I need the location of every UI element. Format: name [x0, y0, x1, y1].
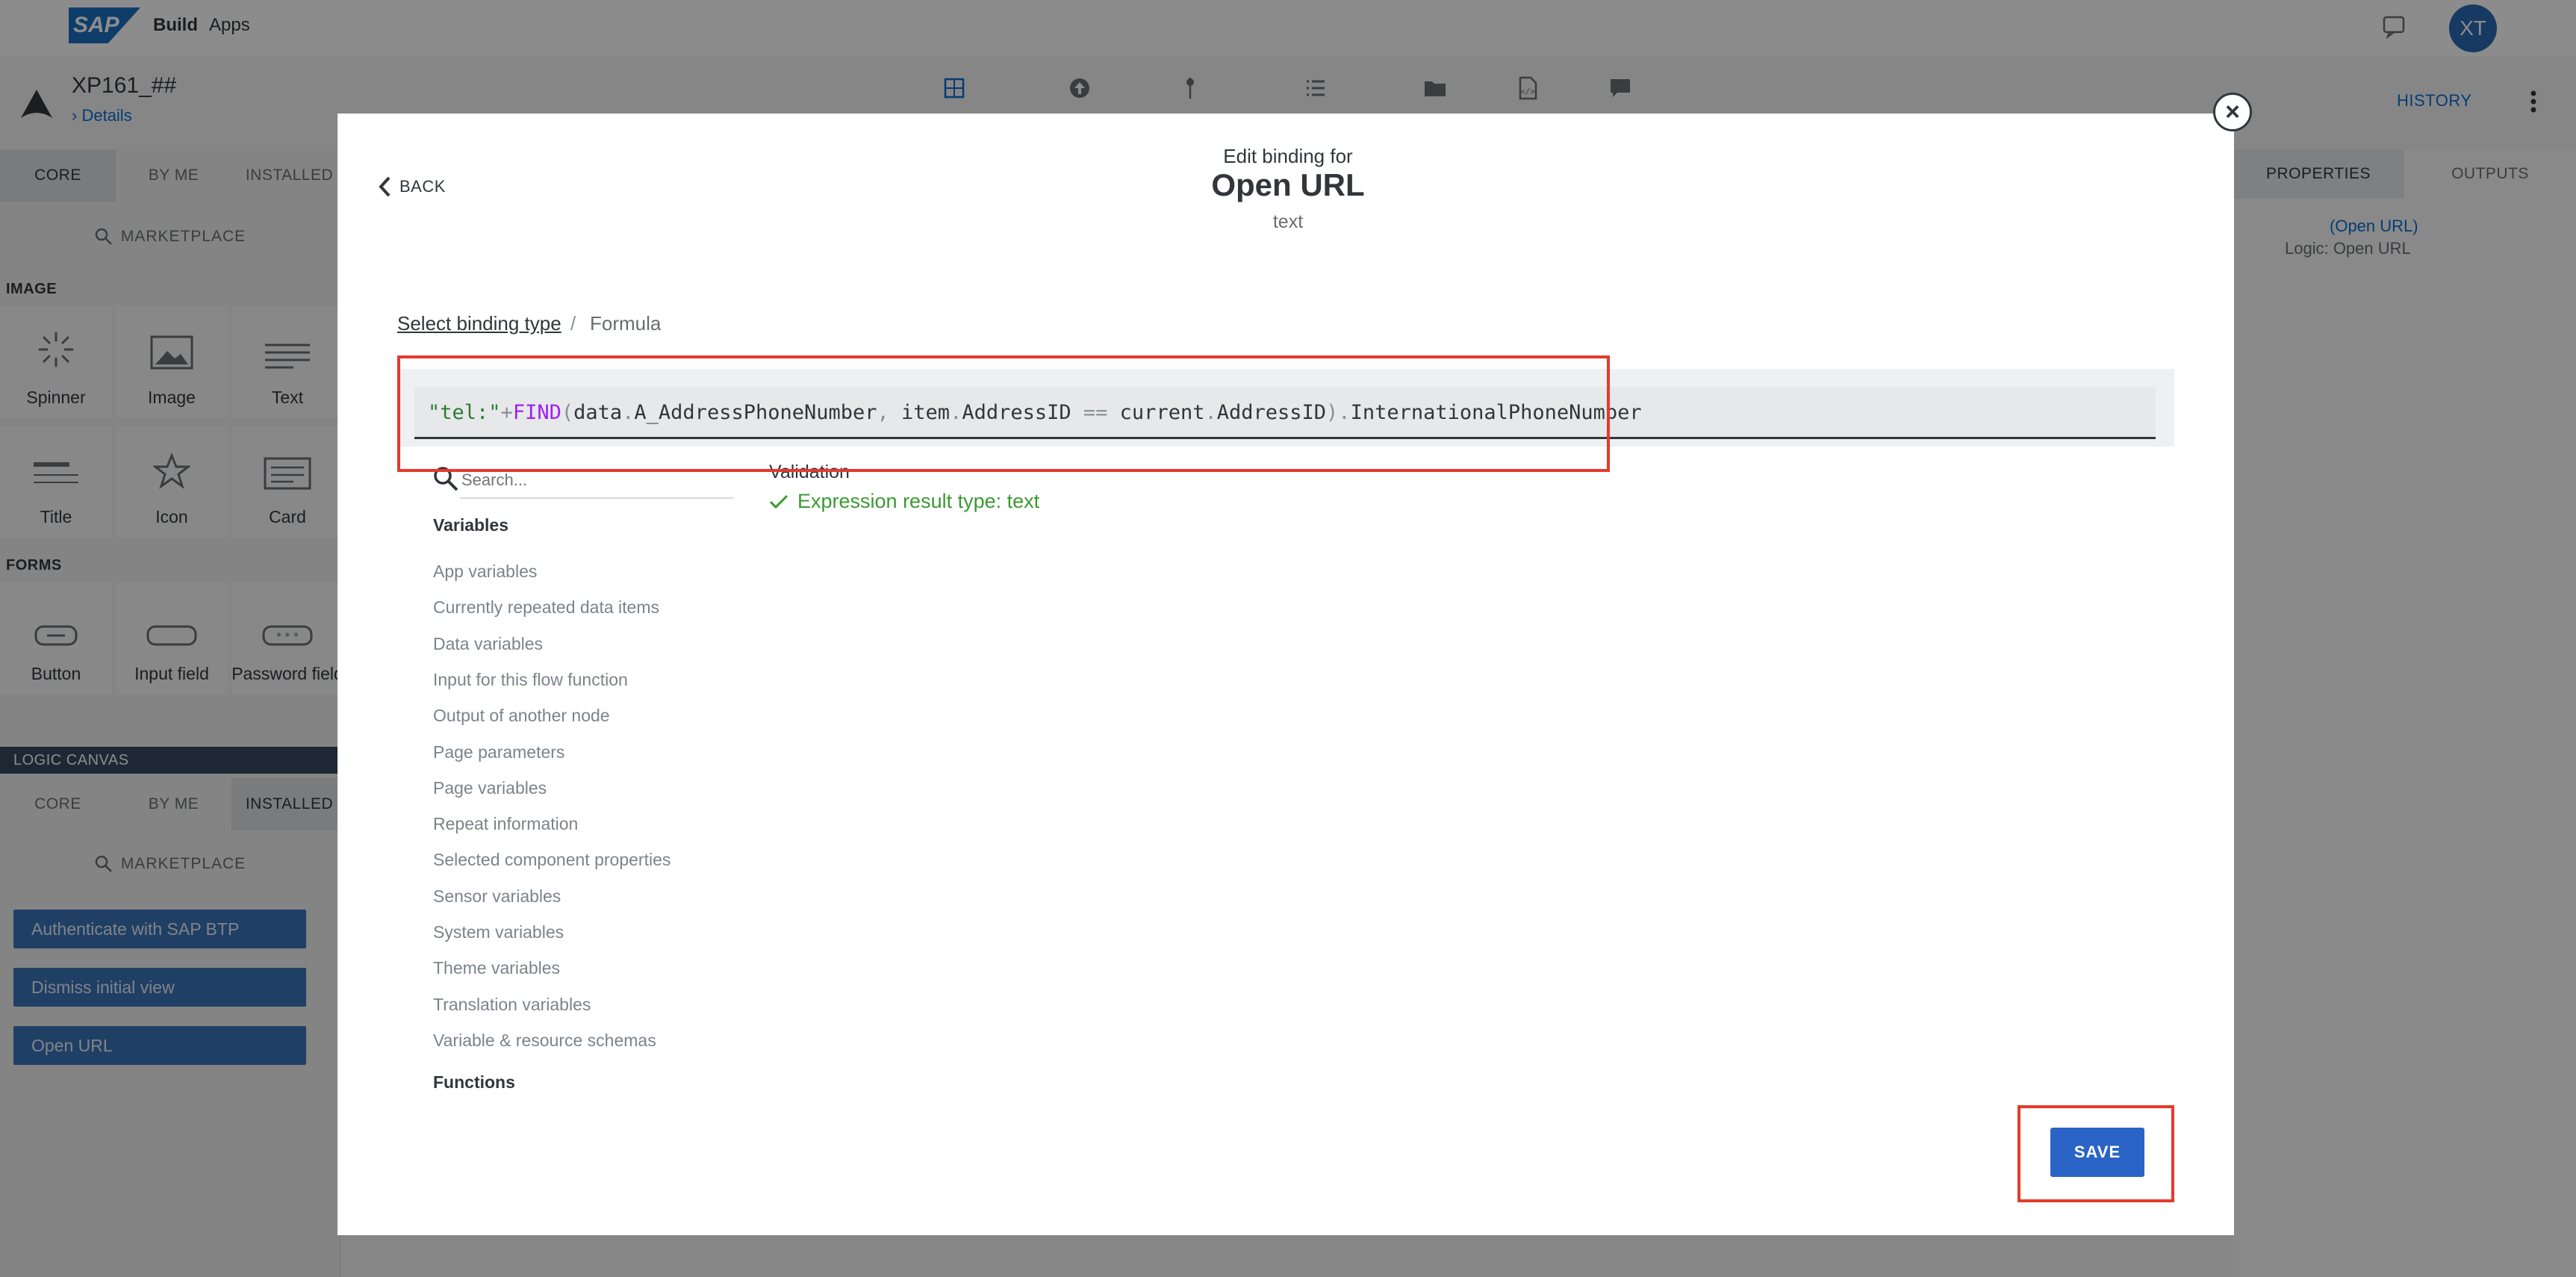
variable-item[interactable]: Output of another node — [433, 706, 610, 726]
variable-item[interactable]: Repeat information — [433, 814, 578, 834]
functions-heading-clip: Functions — [433, 1072, 747, 1089]
functions-heading: Functions — [433, 1072, 515, 1089]
validation-panel — [751, 447, 1662, 1099]
dialog-title: Open URL — [1211, 167, 1365, 202]
variables-heading: Variables — [433, 515, 509, 535]
checkmark-icon — [769, 494, 788, 509]
variable-item[interactable]: Theme variables — [433, 958, 560, 978]
variable-item[interactable]: Page variables — [433, 778, 547, 798]
validation-result: Expression result type: text — [769, 490, 1039, 513]
variable-item[interactable]: System variables — [433, 922, 564, 942]
variable-item[interactable]: Variable & resource schemas — [433, 1031, 656, 1051]
variable-item[interactable]: Input for this flow function — [433, 670, 628, 690]
formula-highlight — [397, 355, 1610, 472]
breadcrumb-separator: / — [570, 312, 576, 335]
breadcrumb-current: Formula — [590, 312, 662, 335]
variable-item[interactable]: Currently repeated data items — [433, 597, 659, 618]
save-button[interactable]: SAVE — [2050, 1128, 2144, 1177]
dialog-subtitle: Edit binding for — [1223, 145, 1353, 167]
close-icon[interactable]: × — [2213, 93, 2252, 131]
variable-item[interactable]: App variables — [433, 562, 537, 582]
variable-item[interactable]: Translation variables — [433, 995, 591, 1015]
variable-item[interactable]: Data variables — [433, 634, 543, 654]
variable-item[interactable]: Page parameters — [433, 742, 564, 762]
variable-item[interactable]: Selected component properties — [433, 850, 671, 870]
documentation-panel — [1661, 447, 2174, 1099]
breadcrumb-select-binding-type[interactable]: Select binding type — [397, 312, 561, 335]
binding-type-label: text — [1272, 211, 1304, 232]
variable-item[interactable]: Sensor variables — [433, 886, 561, 907]
validation-result-text: Expression result type: text — [797, 490, 1040, 512]
